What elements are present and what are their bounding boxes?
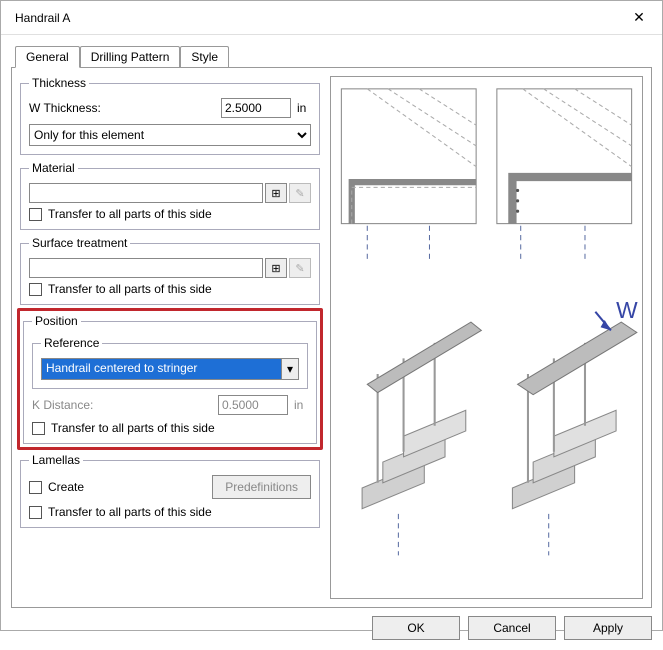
tab-strip: General Drilling Pattern Style [15,45,652,67]
legend-material: Material [29,161,78,175]
dialog-buttons: OK Cancel Apply [1,608,662,650]
group-surface: Surface treatment ⊞ ✎ Transfer to all pa… [20,236,320,305]
legend-position: Position [32,314,81,328]
tab-general[interactable]: General [15,46,80,68]
button-predefinitions: Predefinitions [212,475,311,499]
group-lamellas: Lamellas Create Predefinitions Transfer … [20,453,320,528]
unit-w-thickness: in [297,101,311,115]
label-lamellas-transfer: Transfer to all parts of this side [48,505,212,519]
legend-reference: Reference [41,336,102,350]
close-button[interactable]: ✕ [616,1,662,35]
ok-button[interactable]: OK [372,616,460,640]
label-position-transfer: Transfer to all parts of this side [51,421,215,435]
label-k-distance: K Distance: [32,398,212,412]
checkbox-lamellas-transfer[interactable] [29,506,42,519]
pencil-icon: ✎ [295,262,304,275]
label-lamellas-create: Create [48,480,206,494]
group-reference: Reference Handrail centered to stringer … [32,336,308,389]
legend-lamellas: Lamellas [29,453,83,467]
checkbox-lamellas-create[interactable] [29,481,42,494]
surface-browse-button[interactable]: ⊞ [265,258,287,278]
close-icon: ✕ [633,9,645,26]
tab-panel: Thickness W Thickness: in Only for this … [11,67,652,608]
surface-edit-button[interactable]: ✎ [289,258,311,278]
checkbox-material-transfer[interactable] [29,208,42,221]
window-title: Handrail A [15,11,616,25]
tab-drilling-pattern[interactable]: Drilling Pattern [80,46,181,67]
checkbox-surface-transfer[interactable] [29,283,42,296]
group-thickness: Thickness W Thickness: in Only for this … [20,76,320,155]
group-position: Position Reference Handrail centered to … [23,314,317,444]
grid-icon: ⊞ [271,262,280,275]
legend-thickness: Thickness [29,76,89,90]
preview-pane: W [330,76,643,599]
checkbox-position-transfer[interactable] [32,422,45,435]
titlebar: Handrail A ✕ [1,1,662,35]
unit-k-distance: in [294,398,308,412]
label-surface-transfer: Transfer to all parts of this side [48,282,212,296]
chevron-down-icon: ▾ [281,358,299,380]
apply-button[interactable]: Apply [564,616,652,640]
tab-style[interactable]: Style [180,46,229,67]
input-w-thickness[interactable] [221,98,291,118]
select-reference[interactable]: Handrail centered to stringer ▾ [41,358,299,380]
select-reference-value: Handrail centered to stringer [41,358,281,380]
preview-illustration: W [331,77,642,598]
input-material[interactable] [29,183,263,203]
content-area: General Drilling Pattern Style Thickness… [1,35,662,608]
group-material: Material ⊞ ✎ Transfer to all parts of th… [20,161,320,230]
legend-surface: Surface treatment [29,236,130,250]
material-edit-button[interactable]: ✎ [289,183,311,203]
material-browse-button[interactable]: ⊞ [265,183,287,203]
cancel-button[interactable]: Cancel [468,616,556,640]
highlight-box: Position Reference Handrail centered to … [17,308,323,450]
dialog-window: Handrail A ✕ General Drilling Pattern St… [0,0,663,631]
pencil-icon: ✎ [295,187,304,200]
label-w-thickness: W Thickness: [29,101,215,115]
w-label: W [616,297,638,323]
label-material-transfer: Transfer to all parts of this side [48,207,212,221]
input-surface[interactable] [29,258,263,278]
select-thickness-scope[interactable]: Only for this element [29,124,311,146]
left-column: Thickness W Thickness: in Only for this … [20,76,320,599]
grid-icon: ⊞ [271,187,280,200]
input-k-distance [218,395,288,415]
